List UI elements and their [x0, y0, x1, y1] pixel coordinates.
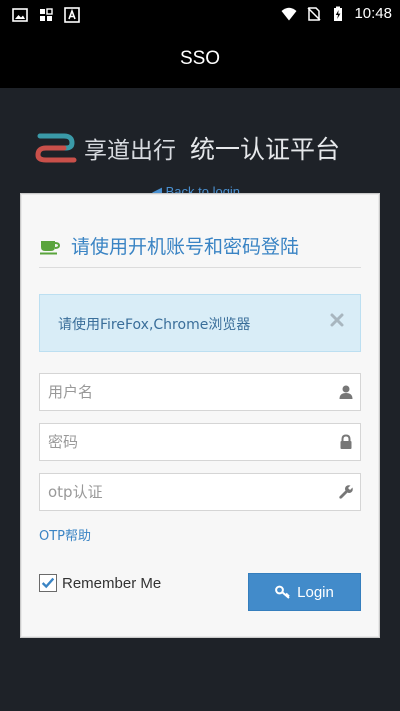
status-time: 10:48 — [354, 5, 392, 22]
brand-header: 享道出行 统一认证平台 — [34, 124, 340, 172]
lock-icon — [340, 434, 352, 449]
password-input[interactable] — [40, 424, 320, 460]
alert-text: 请使用FireFox,Chrome浏览器 — [58, 317, 251, 333]
username-input[interactable] — [40, 374, 320, 410]
password-field — [39, 423, 361, 461]
brand-name: 享道出行 — [84, 138, 176, 164]
otp-help-link[interactable]: OTP帮助 — [39, 525, 91, 544]
brand-logo-icon — [35, 133, 77, 163]
user-icon — [339, 385, 353, 399]
close-icon[interactable] — [328, 311, 346, 329]
browser-alert: 请使用FireFox,Chrome浏览器 — [39, 294, 361, 352]
no-sim-icon — [307, 6, 321, 21]
login-button[interactable]: Login — [248, 573, 361, 611]
remember-me-checkbox[interactable] — [39, 574, 57, 592]
grid-app-icon — [40, 8, 53, 21]
username-field — [39, 373, 361, 411]
coffee-cup-icon — [40, 240, 61, 254]
remember-me[interactable]: Remember Me — [39, 574, 161, 592]
battery-charging-icon — [334, 6, 343, 21]
remember-me-label: Remember Me — [62, 574, 162, 592]
wrench-icon — [339, 485, 353, 499]
status-bar: 10:48 — [0, 0, 400, 30]
wifi-icon — [281, 7, 297, 20]
checkmark-icon — [41, 577, 55, 589]
text-app-icon — [64, 7, 80, 23]
brand-title: 统一认证平台 — [190, 135, 341, 164]
image-icon — [12, 8, 28, 22]
key-icon — [275, 585, 290, 599]
login-button-label: Login — [297, 583, 334, 601]
login-card-header: 请使用开机账号和密码登陆 — [39, 232, 361, 268]
login-heading: 请使用开机账号和密码登陆 — [71, 236, 300, 258]
login-card: 请使用开机账号和密码登陆 请使用FireFox,Chrome浏览器 OTP帮助 — [20, 193, 380, 638]
otp-input[interactable] — [40, 474, 320, 510]
otp-field — [39, 473, 361, 511]
app-title: SSO — [179, 48, 221, 69]
app-bar: SSO — [0, 30, 400, 88]
